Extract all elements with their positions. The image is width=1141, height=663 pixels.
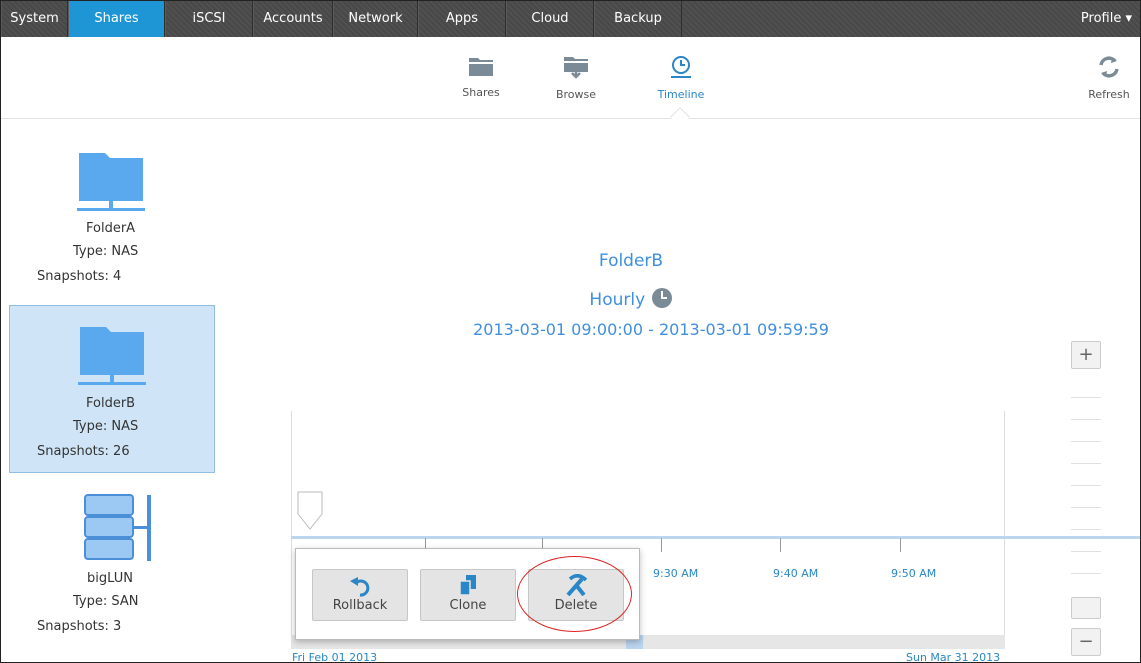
zoom-out-button[interactable]: − bbox=[1071, 628, 1101, 656]
snapshot-action-popup: Rollback Clone Delete bbox=[295, 548, 640, 640]
shares-folder-icon bbox=[469, 58, 493, 76]
rollback-button[interactable]: Rollback bbox=[312, 569, 408, 621]
timeline-axis bbox=[291, 536, 1140, 539]
clone-label: Clone bbox=[449, 598, 487, 613]
folder-icon bbox=[77, 153, 145, 211]
share-item-folderb[interactable]: FolderB Type: NAS Snapshots: 26 bbox=[9, 305, 215, 473]
zoom-level-mark bbox=[1071, 419, 1101, 420]
tab-backup[interactable]: Backup bbox=[594, 1, 682, 37]
timeline-tick bbox=[661, 538, 662, 552]
zoom-level-mark bbox=[1071, 551, 1101, 552]
zoom-level-mark bbox=[1071, 397, 1101, 398]
share-snapshots: Snapshots: 4 bbox=[37, 269, 122, 284]
delete-button[interactable]: Delete bbox=[528, 569, 624, 621]
zoom-level-mark bbox=[1071, 441, 1101, 442]
zoom-level-mark bbox=[1071, 507, 1101, 508]
top-nav: System Shares iSCSI Accounts Network App… bbox=[1, 1, 1140, 37]
tab-accounts[interactable]: Accounts bbox=[253, 1, 333, 37]
refresh-button[interactable]: Refresh bbox=[1079, 55, 1139, 101]
timeline-tick-label: 9:50 AM bbox=[891, 567, 937, 580]
share-type: Type: NAS bbox=[73, 419, 139, 434]
tab-apps[interactable]: Apps bbox=[418, 1, 506, 37]
sub-toolbar: Shares Browse Timeline Refresh bbox=[1, 37, 1140, 119]
share-name: FolderA bbox=[86, 221, 136, 236]
timeline-tick-label: 9:40 AM bbox=[773, 567, 819, 580]
snapshot-frequency: Hourly bbox=[561, 287, 701, 310]
profile-menu[interactable]: Profile ▾ bbox=[1081, 1, 1132, 37]
subnav-browse-label: Browse bbox=[555, 88, 597, 101]
timeline-tick bbox=[900, 538, 901, 552]
timeline-tick-label: 9:30 AM bbox=[653, 567, 699, 580]
subnav-timeline[interactable]: Timeline bbox=[646, 55, 716, 101]
subnav-shares-label: Shares bbox=[462, 86, 500, 99]
timeline-start-date: Fri Feb 01 2013 bbox=[292, 651, 378, 663]
tab-iscsi[interactable]: iSCSI bbox=[165, 1, 253, 37]
rollback-icon bbox=[350, 577, 370, 597]
share-type: Type: NAS bbox=[73, 244, 139, 259]
tab-network[interactable]: Network bbox=[333, 1, 418, 37]
zoom-level-mark bbox=[1071, 529, 1101, 530]
tab-shares[interactable]: Shares bbox=[68, 1, 165, 37]
timeline-end-date: Sun Mar 31 2013 bbox=[906, 651, 1001, 663]
tab-system[interactable]: System bbox=[1, 1, 68, 37]
frequency-label: Hourly bbox=[589, 290, 646, 310]
subnav-timeline-label: Timeline bbox=[657, 88, 705, 101]
refresh-icon bbox=[1099, 56, 1119, 78]
refresh-label: Refresh bbox=[1088, 88, 1130, 101]
timeline-clock-icon bbox=[671, 56, 691, 78]
subnav-browse[interactable]: Browse bbox=[541, 55, 611, 101]
share-snapshots: Snapshots: 26 bbox=[37, 444, 130, 459]
delete-icon bbox=[566, 574, 588, 596]
timeline-tick bbox=[780, 538, 781, 552]
share-name: FolderB bbox=[86, 396, 136, 411]
zoom-in-button[interactable]: + bbox=[1071, 341, 1101, 369]
zoom-level-mark bbox=[1071, 463, 1101, 464]
snapshot-range: 2013-03-01 09:00:00 - 2013-03-01 09:59:5… bbox=[473, 320, 829, 339]
subnav-shares[interactable]: Shares bbox=[446, 55, 516, 99]
share-item-biglun[interactable]: bigLUN Type: SAN Snapshots: 3 bbox=[9, 477, 215, 647]
tab-cloud[interactable]: Cloud bbox=[506, 1, 594, 37]
clock-icon bbox=[651, 288, 672, 308]
share-type: Type: SAN bbox=[73, 594, 139, 609]
rollback-label: Rollback bbox=[332, 598, 388, 613]
snapshot-marker-icon[interactable] bbox=[297, 491, 323, 531]
clone-icon bbox=[459, 575, 476, 596]
folder-icon bbox=[78, 327, 146, 385]
zoom-level-mark bbox=[1071, 573, 1101, 574]
share-name: bigLUN bbox=[87, 571, 133, 586]
clone-button[interactable]: Clone bbox=[420, 569, 516, 621]
zoom-slider-handle[interactable] bbox=[1071, 597, 1101, 619]
share-item-foldera[interactable]: FolderA Type: NAS Snapshots: 4 bbox=[9, 131, 215, 301]
zoom-level-mark bbox=[1071, 485, 1101, 486]
delete-label: Delete bbox=[554, 598, 598, 613]
lun-icon bbox=[84, 494, 151, 561]
share-snapshots: Snapshots: 3 bbox=[37, 619, 122, 634]
share-detail-title: FolderB bbox=[598, 251, 664, 271]
browse-icon bbox=[564, 57, 588, 79]
